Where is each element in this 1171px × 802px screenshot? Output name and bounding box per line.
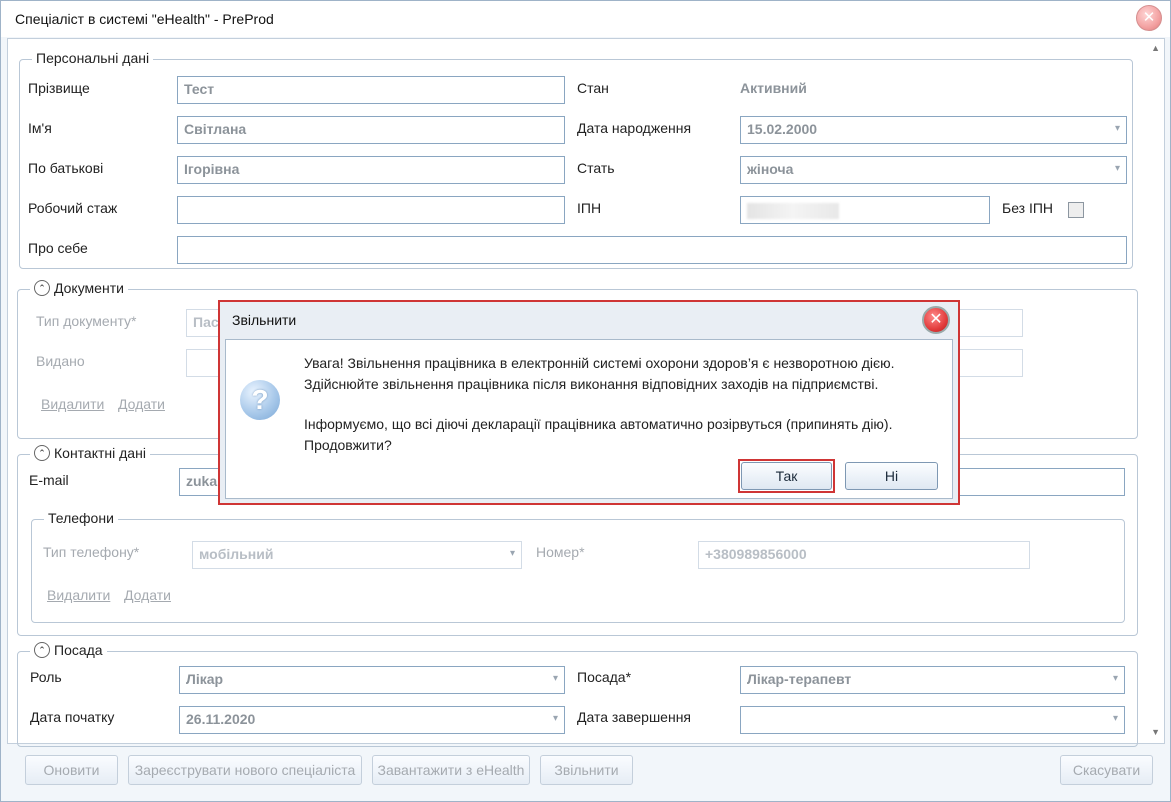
collapse-up-icon[interactable]: ⌃ (34, 445, 50, 461)
no-button[interactable]: Ні (845, 462, 938, 490)
end-date-picker[interactable] (740, 706, 1125, 734)
phones-delete-link[interactable]: Видалити (47, 587, 110, 603)
birth-date-picker[interactable]: 15.02.2000 (740, 116, 1127, 144)
email-input-tail[interactable] (941, 468, 1125, 496)
question-icon: ? (240, 380, 280, 420)
status-label: Стан (577, 80, 609, 96)
dialog-message-line4: Продовжити? (304, 437, 392, 453)
dialog-title: Звільнити (232, 312, 297, 328)
role-select[interactable]: Лікар (179, 666, 565, 694)
surname-label: Прізвище (28, 80, 90, 96)
name-input[interactable]: Світлана (177, 116, 565, 144)
no-ipn-checkbox[interactable] (1068, 202, 1084, 218)
role-label: Роль (30, 669, 62, 685)
window-title: Спеціаліст в системі "eHealth" - PreProd (15, 11, 274, 27)
dismiss-dialog: Звільнити ✕ ? Увага! Звільнення працівни… (218, 300, 960, 505)
dismiss-button[interactable]: Звільнити (540, 755, 633, 785)
email-label: E-mail (29, 472, 69, 488)
refresh-button[interactable]: Оновити (25, 755, 118, 785)
gender-label: Стать (577, 160, 615, 176)
issued-label: Видано (36, 353, 85, 369)
phones-add-link[interactable]: Додати (124, 587, 171, 603)
personal-data-legend: Персональні дані (32, 50, 154, 66)
surname-input[interactable]: Тест (177, 76, 565, 104)
cancel-button[interactable]: Скасувати (1060, 755, 1153, 785)
dialog-message-line3: Інформуємо, що всі діючі декларації прац… (304, 416, 893, 432)
end-date-label: Дата завершення (577, 709, 692, 725)
about-label: Про себе (28, 240, 88, 256)
phones-group: Телефони (31, 510, 1125, 623)
phone-number-input[interactable]: +380989856000 (698, 541, 1030, 569)
birth-date-label: Дата народження (577, 120, 692, 136)
ipn-input[interactable] (740, 196, 990, 224)
no-ipn-label: Без ІПН (1002, 200, 1054, 216)
yes-button[interactable]: Так (741, 462, 832, 490)
start-date-label: Дата початку (30, 709, 115, 725)
dialog-body: ? Увага! Звільнення працівника в електро… (225, 339, 953, 499)
scroll-down-icon[interactable]: ▼ (1151, 727, 1160, 737)
patronymic-input[interactable]: Ігорівна (177, 156, 565, 184)
document-date-input[interactable] (951, 349, 1023, 377)
email-input[interactable]: zuka (179, 468, 219, 496)
position-legend[interactable]: ⌃ Посада (30, 642, 107, 658)
documents-add-link[interactable]: Додати (118, 396, 165, 412)
collapse-up-icon[interactable]: ⌃ (34, 280, 50, 296)
start-date-picker[interactable]: 26.11.2020 (179, 706, 565, 734)
documents-delete-link[interactable]: Видалити (41, 396, 104, 412)
status-value: Активний (740, 80, 807, 96)
register-specialist-button[interactable]: Зареєструвати нового спеціаліста (128, 755, 362, 785)
contacts-legend[interactable]: ⌃ Контактні дані (30, 445, 150, 461)
vertical-scrollbar[interactable] (1150, 39, 1164, 739)
collapse-up-icon[interactable]: ⌃ (34, 642, 50, 658)
patronymic-label: По батькові (28, 160, 104, 176)
phone-type-select[interactable]: мобільний (192, 541, 522, 569)
scroll-up-icon[interactable]: ▲ (1151, 43, 1160, 53)
phones-legend: Телефони (44, 510, 118, 526)
experience-input[interactable] (177, 196, 565, 224)
phone-number-label: Номер* (536, 544, 585, 560)
dialog-message-line2: Здійснюйте звільнення працівника після в… (304, 376, 879, 392)
load-from-ehealth-button[interactable]: Завантажити з eHealth (372, 755, 530, 785)
dialog-message-line1: Увага! Звільнення працівника в електронн… (304, 355, 895, 371)
phone-type-label: Тип телефону* (43, 544, 140, 560)
ipn-label: ІПН (577, 200, 602, 216)
dialog-close-icon[interactable]: ✕ (922, 306, 950, 334)
experience-label: Робочий стаж (28, 200, 118, 216)
document-number-input[interactable] (951, 309, 1023, 337)
title-bar: Спеціаліст в системі "eHealth" - PreProd… (1, 1, 1170, 37)
post-select[interactable]: Лікар-терапевт (740, 666, 1125, 694)
gender-select[interactable]: жіноча (740, 156, 1127, 184)
about-input[interactable] (177, 236, 1127, 264)
window-close-icon[interactable]: ✕ (1136, 5, 1162, 31)
documents-legend[interactable]: ⌃ Документи (30, 280, 128, 296)
name-label: Ім'я (28, 120, 52, 136)
specialist-window: Спеціаліст в системі "eHealth" - PreProd… (0, 0, 1171, 802)
post-label: Посада* (577, 669, 632, 685)
document-type-label: Тип документу* (36, 313, 137, 329)
ipn-redacted (747, 203, 839, 219)
